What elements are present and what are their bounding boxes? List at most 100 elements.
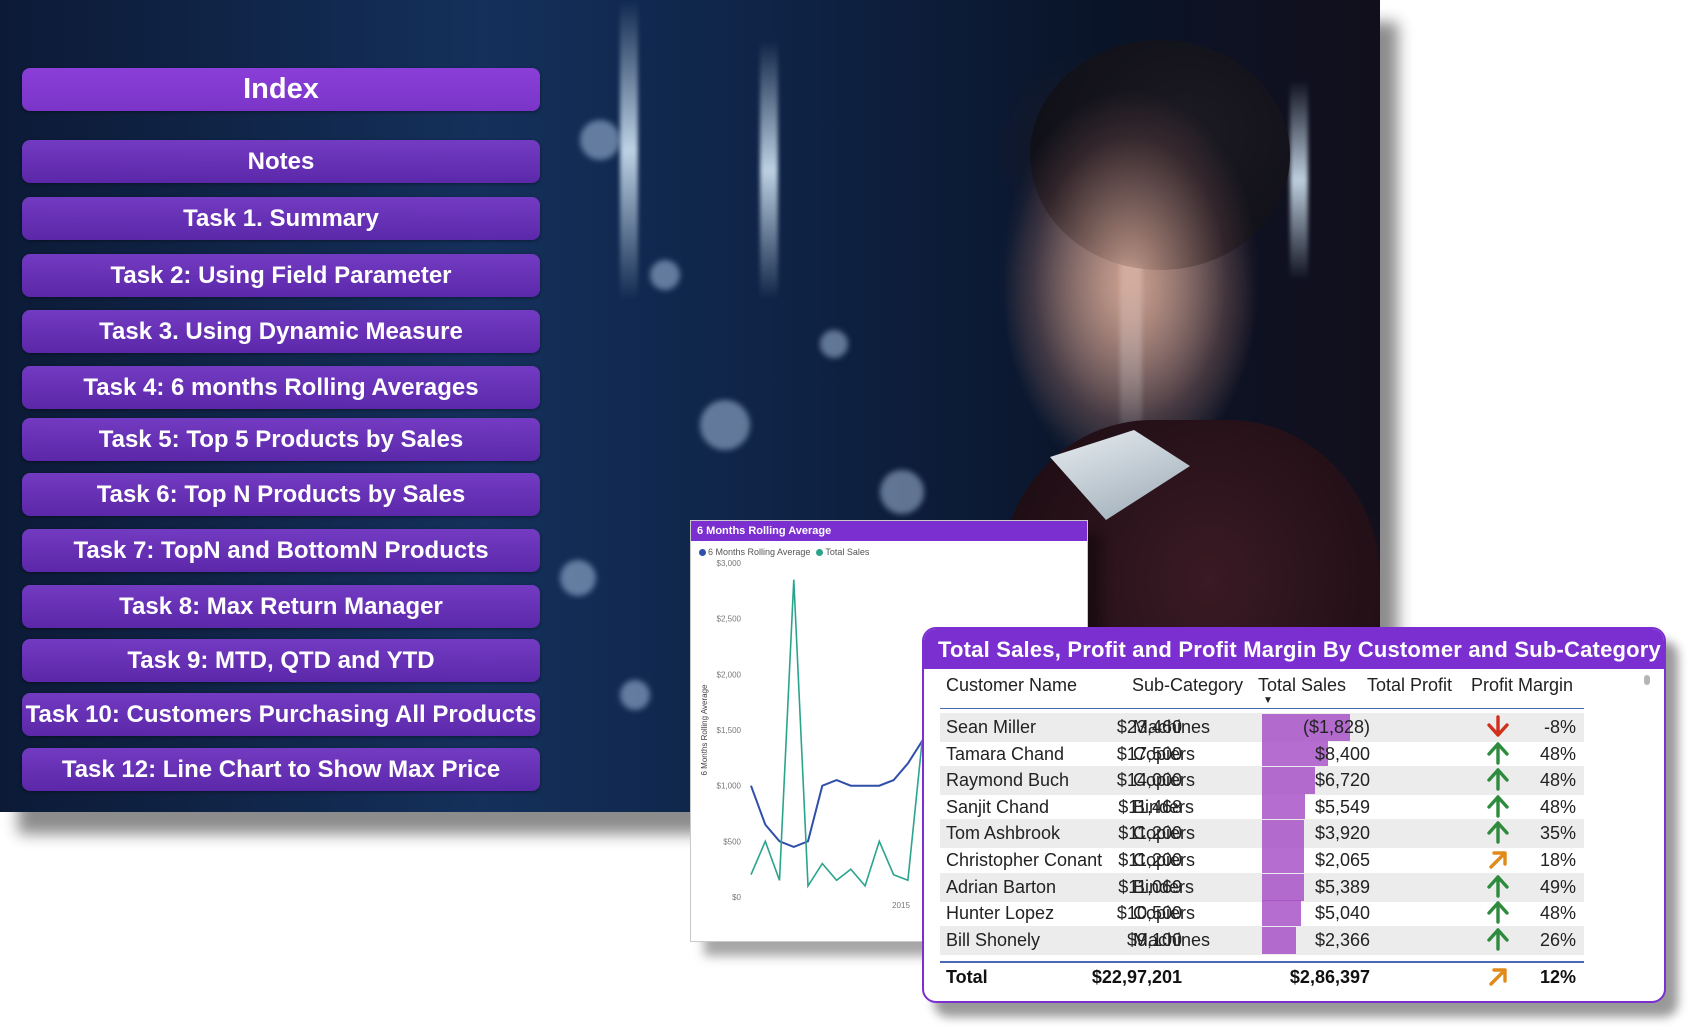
total-sales-cell: $11,200 bbox=[1118, 823, 1182, 844]
menu-item-task-10[interactable]: Task 10: Customers Purchasing All Produc… bbox=[22, 693, 540, 736]
arrow-up-icon bbox=[1486, 926, 1512, 955]
customer-name-cell: Sean Miller bbox=[946, 717, 1037, 737]
customer-name-cell: Hunter Lopez bbox=[946, 903, 1055, 924]
total-profit-cell: $5,549 bbox=[1314, 796, 1370, 817]
customer-name-cell: Tamara Chand bbox=[946, 743, 1065, 764]
menu-item-task-7[interactable]: Task 7: TopN and BottomN Products bbox=[22, 529, 540, 572]
table-row[interactable]: Sanjit Chand Binders $11,468 $5,549 48% bbox=[940, 793, 1584, 822]
table-row[interactable]: Tamara Chand Copiers $17,500 $8,400 48% bbox=[940, 740, 1584, 769]
total-label: Total bbox=[946, 967, 988, 987]
y-tick-label: $3,000 bbox=[717, 559, 742, 568]
customer-name-cell: Tom Ashbrook bbox=[946, 823, 1061, 844]
sales-data-bar bbox=[1262, 873, 1304, 901]
total-profit-cell: $6,720 bbox=[1314, 770, 1370, 791]
y-tick-label: $1,500 bbox=[717, 726, 742, 735]
table-row[interactable]: Bill Shonely Machines $9,100 $2,366 26% bbox=[940, 925, 1584, 955]
menu-item-task-6[interactable]: Task 6: Top N Products by Sales bbox=[22, 473, 540, 516]
total-sales: $22,97,201 bbox=[1091, 967, 1182, 987]
table-row[interactable]: Adrian Barton Binders $11,069 $5,389 49% bbox=[940, 872, 1584, 902]
menu-item-task-12[interactable]: Task 12: Line Chart to Show Max Price bbox=[22, 748, 540, 791]
header-profit-margin[interactable]: Profit Margin bbox=[1471, 675, 1573, 696]
total-profit-cell: $2,065 bbox=[1314, 850, 1370, 870]
table-row[interactable]: Raymond Buch Copiers $14,000 $6,720 48% bbox=[940, 766, 1584, 796]
header-sub-category[interactable]: Sub-Category bbox=[1132, 675, 1243, 696]
profit-margin-cell: 18% bbox=[1539, 850, 1576, 870]
total-profit-cell: $3,920 bbox=[1314, 823, 1370, 844]
menu-item-task-5[interactable]: Task 5: Top 5 Products by Sales bbox=[22, 418, 540, 461]
profit-margin-cell: 49% bbox=[1539, 876, 1576, 897]
total-sales-cell: $23,460 bbox=[1116, 717, 1182, 737]
menu-item-task-2[interactable]: Task 2: Using Field Parameter bbox=[22, 254, 540, 297]
bokeh-light bbox=[880, 470, 924, 514]
total-profit-cell: $2,366 bbox=[1314, 929, 1370, 950]
sales-profit-table[interactable]: Total Sales, Profit and Profit Margin By… bbox=[922, 627, 1666, 1003]
header-customer-name[interactable]: Customer Name bbox=[946, 675, 1077, 696]
sales-data-bar bbox=[1262, 767, 1315, 795]
y-tick-label: $2,500 bbox=[717, 615, 742, 624]
menu-item-task-1[interactable]: Task 1. Summary bbox=[22, 197, 540, 240]
total-sales-cell: $11,200 bbox=[1118, 850, 1182, 870]
total-sales-cell: $11,468 bbox=[1118, 796, 1182, 817]
arrow-up-icon bbox=[1486, 819, 1512, 848]
table-title: Total Sales, Profit and Profit Margin By… bbox=[924, 629, 1664, 669]
customer-name-cell: Raymond Buch bbox=[946, 770, 1070, 791]
table-row[interactable]: Sean Miller Machines $23,460 ($1,828) -8% bbox=[940, 713, 1584, 742]
total-profit-cell: $8,400 bbox=[1314, 743, 1370, 764]
arrow-up-icon bbox=[1486, 740, 1512, 769]
total-margin: 12% bbox=[1539, 967, 1576, 987]
profit-margin-cell: -8% bbox=[1543, 717, 1576, 737]
y-tick-label: $0 bbox=[732, 893, 741, 902]
arrow-up-icon bbox=[1486, 793, 1512, 822]
menu-item-task-8[interactable]: Task 8: Max Return Manager bbox=[22, 585, 540, 628]
y-axis-label: 6 Months Rolling Average bbox=[700, 684, 709, 776]
trend-diagonal-icon bbox=[1486, 846, 1512, 875]
total-sales-cell: $17,500 bbox=[1116, 743, 1182, 764]
menu-item-task-9[interactable]: Task 9: MTD, QTD and YTD bbox=[22, 639, 540, 682]
menu-item-task-3[interactable]: Task 3. Using Dynamic Measure bbox=[22, 310, 540, 353]
customer-name-cell: Sanjit Chand bbox=[946, 796, 1050, 817]
x-tick-label: 2015 bbox=[892, 901, 910, 910]
menu-item-task-4[interactable]: Task 4: 6 months Rolling Averages bbox=[22, 366, 540, 409]
table-row[interactable]: Christopher Conant Copiers $11,200 $2,065 18… bbox=[940, 846, 1584, 875]
total-profit-cell: $5,389 bbox=[1314, 876, 1370, 897]
sales-data-bar bbox=[1262, 820, 1304, 848]
bokeh-light bbox=[620, 680, 650, 710]
bokeh-light bbox=[700, 400, 750, 450]
profit-margin-cell: 48% bbox=[1539, 770, 1576, 791]
y-tick-label: $2,000 bbox=[717, 670, 742, 679]
menu-item-notes[interactable]: Notes bbox=[22, 140, 540, 183]
total-row: Total $22,97,201 $2,86,397 12% bbox=[940, 961, 1584, 993]
scrollbar-thumb[interactable] bbox=[1644, 675, 1650, 685]
customer-name-cell: Adrian Barton bbox=[946, 876, 1057, 897]
profit-margin-cell: 48% bbox=[1539, 743, 1576, 764]
trend-diagonal-icon bbox=[1486, 963, 1512, 992]
bokeh-light bbox=[580, 120, 620, 160]
chart-title: 6 Months Rolling Average bbox=[691, 521, 1087, 541]
profit-margin-cell: 48% bbox=[1539, 903, 1576, 924]
customer-name-cell: Christopher Conant bbox=[946, 850, 1103, 870]
arrow-down-icon bbox=[1486, 713, 1512, 742]
header-total-sales[interactable]: Total Sales bbox=[1258, 675, 1346, 696]
y-tick-label: $500 bbox=[723, 837, 741, 846]
sales-data-bar bbox=[1262, 926, 1296, 954]
sort-descending-icon[interactable]: ▼ bbox=[1263, 695, 1273, 706]
total-sales-cell: $11,069 bbox=[1118, 876, 1182, 897]
bokeh-light bbox=[820, 330, 848, 358]
bokeh-light bbox=[560, 560, 596, 596]
light-streak bbox=[620, 0, 638, 300]
table-row[interactable]: Hunter Lopez Copiers $10,500 $5,040 48% bbox=[940, 899, 1584, 928]
bokeh-light bbox=[650, 260, 680, 290]
total-profit-cell: $5,040 bbox=[1314, 903, 1370, 924]
light-streak bbox=[760, 40, 778, 300]
profit-margin-cell: 26% bbox=[1539, 929, 1576, 950]
customer-name-cell: Bill Shonely bbox=[946, 929, 1041, 950]
total-sales-cell: $14,000 bbox=[1116, 770, 1182, 791]
table-row[interactable]: Tom Ashbrook Copiers $11,200 $3,920 35% bbox=[940, 819, 1584, 849]
y-tick-label: $1,000 bbox=[717, 782, 742, 791]
sales-data-bar bbox=[1262, 900, 1301, 928]
total-sales-cell: $9,100 bbox=[1126, 929, 1182, 950]
header-divider bbox=[940, 708, 1584, 709]
header-total-profit[interactable]: Total Profit bbox=[1367, 675, 1452, 696]
arrow-up-icon bbox=[1486, 899, 1512, 928]
arrow-up-icon bbox=[1486, 873, 1512, 902]
